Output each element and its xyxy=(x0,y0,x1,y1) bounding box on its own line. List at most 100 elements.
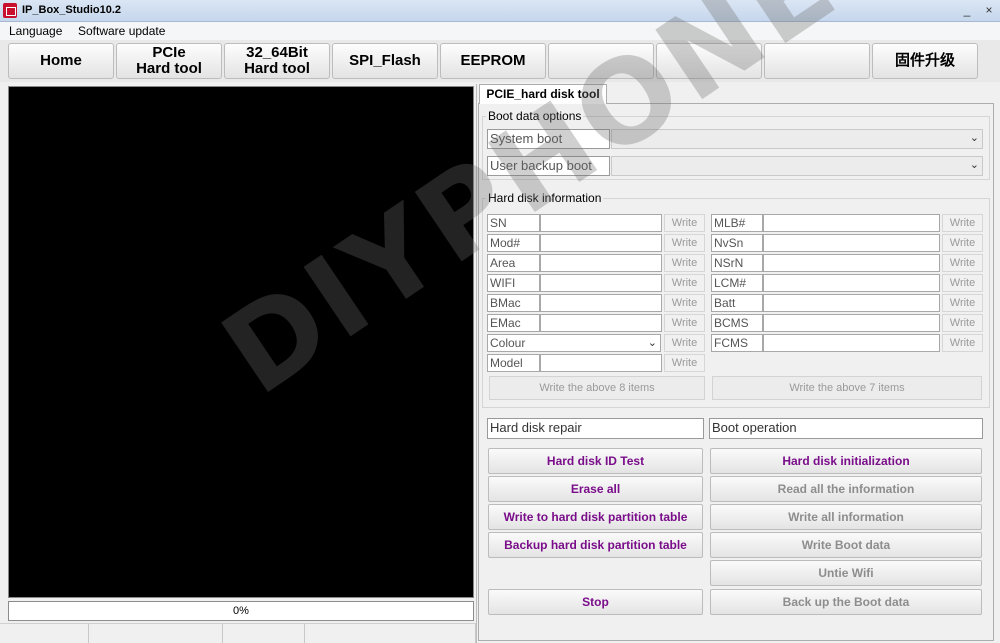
empty-module-button-2[interactable] xyxy=(656,43,762,79)
write-boot-data-button[interactable]: Write Boot data xyxy=(710,532,982,558)
chevron-down-icon: ⌄ xyxy=(969,159,979,171)
hard-disk-info-title: Hard disk information xyxy=(486,191,604,205)
eeprom-label: EEPROM xyxy=(460,52,526,69)
lcm-input[interactable] xyxy=(763,274,940,292)
untie-wifi-button[interactable]: Untie Wifi xyxy=(710,560,982,586)
status-cell xyxy=(0,624,89,643)
spi-flash-button[interactable]: SPI_Flash xyxy=(332,43,438,79)
hard-disk-initialization-button[interactable]: Hard disk initialization xyxy=(710,448,982,474)
bmac-write-button[interactable]: Write xyxy=(664,294,705,312)
user-backup-boot-label: User backup boot xyxy=(487,156,610,176)
bit-hard-tool-button[interactable]: 32_64Bit Hard tool xyxy=(224,43,330,79)
backup-partition-table-button[interactable]: Backup hard disk partition table xyxy=(488,532,703,558)
bmac-label: BMac xyxy=(487,294,540,312)
model-write-button[interactable]: Write xyxy=(664,354,705,372)
home-label: Home xyxy=(40,52,82,69)
mlb-input[interactable] xyxy=(763,214,940,232)
progress-bar: 0% xyxy=(8,601,474,621)
nvsn-write-button[interactable]: Write xyxy=(942,234,983,252)
backup-boot-data-button[interactable]: Back up the Boot data xyxy=(710,589,982,615)
bcms-label: BCMS xyxy=(711,314,763,332)
wifi-input[interactable] xyxy=(540,274,662,292)
model-input[interactable] xyxy=(540,354,662,372)
bmac-input[interactable] xyxy=(540,294,662,312)
console-output[interactable] xyxy=(8,86,474,598)
mod-write-button[interactable]: Write xyxy=(664,234,705,252)
mlb-label: MLB# xyxy=(711,214,763,232)
home-button[interactable]: Home xyxy=(8,43,114,79)
nsrn-label: NSrN xyxy=(711,254,763,272)
write-above-8-button[interactable]: Write the above 8 items xyxy=(489,376,705,400)
write-partition-table-button[interactable]: Write to hard disk partition table xyxy=(488,504,703,530)
area-write-button[interactable]: Write xyxy=(664,254,705,272)
pcie-hard-tool-button[interactable]: PCIe Hard tool xyxy=(116,43,222,79)
menu-language[interactable]: Language xyxy=(9,24,62,38)
write-all-info-button[interactable]: Write all information xyxy=(710,504,982,530)
status-cell xyxy=(305,624,476,643)
chevron-down-icon: ⌄ xyxy=(647,337,657,349)
emac-input[interactable] xyxy=(540,314,662,332)
sn-input[interactable] xyxy=(540,214,662,232)
window-title: IP_Box_Studio10.2 xyxy=(22,4,122,16)
mod-label: Mod# xyxy=(487,234,540,252)
nvsn-label: NvSn xyxy=(711,234,763,252)
mod-input[interactable] xyxy=(540,234,662,252)
sn-write-button[interactable]: Write xyxy=(664,214,705,232)
batt-input[interactable] xyxy=(763,294,940,312)
sn-label: SN xyxy=(487,214,540,232)
bcms-write-button[interactable]: Write xyxy=(942,314,983,332)
stop-button[interactable]: Stop xyxy=(488,589,703,615)
system-boot-label: System boot xyxy=(487,129,610,149)
firmware-upgrade-button[interactable]: 固件升级 xyxy=(872,43,978,79)
boot-options-title: Boot data options xyxy=(486,109,584,123)
batt-write-button[interactable]: Write xyxy=(942,294,983,312)
tab-pcie-hard-disk-tool[interactable]: PCIE_hard disk tool xyxy=(479,84,607,104)
hard-disk-id-test-button[interactable]: Hard disk ID Test xyxy=(488,448,703,474)
mlb-write-button[interactable]: Write xyxy=(942,214,983,232)
erase-all-button[interactable]: Erase all xyxy=(488,476,703,502)
minimize-button[interactable]: _ xyxy=(960,2,974,18)
progress-text: 0% xyxy=(233,605,249,617)
status-cell xyxy=(89,624,223,643)
wifi-write-button[interactable]: Write xyxy=(664,274,705,292)
chevron-down-icon: ⌄ xyxy=(969,132,979,144)
status-bar xyxy=(0,623,476,643)
eeprom-button[interactable]: EEPROM xyxy=(440,43,546,79)
firmware-label: 固件升级 xyxy=(894,52,955,69)
fcms-input[interactable] xyxy=(763,334,940,352)
bcms-input[interactable] xyxy=(763,314,940,332)
app-logo-icon xyxy=(3,3,17,18)
pcie-label-line2: Hard tool xyxy=(136,60,202,77)
empty-module-button-3[interactable] xyxy=(764,43,870,79)
colour-label: Colour xyxy=(490,336,526,350)
boot-operation-title: Boot operation xyxy=(709,418,983,439)
lcm-label: LCM# xyxy=(711,274,763,292)
module-toolbar: Home PCIe Hard tool 32_64Bit Hard tool S… xyxy=(0,40,1000,82)
close-button[interactable]: × xyxy=(982,2,996,18)
bit-label-line2: Hard tool xyxy=(244,60,310,77)
emac-write-button[interactable]: Write xyxy=(664,314,705,332)
nsrn-input[interactable] xyxy=(763,254,940,272)
bit-label-line1: 32_64Bit xyxy=(246,44,308,61)
empty-module-button-1[interactable] xyxy=(548,43,654,79)
menu-software-update[interactable]: Software update xyxy=(78,24,165,38)
fcms-write-button[interactable]: Write xyxy=(942,334,983,352)
menu-bar: Language Software update xyxy=(0,22,1000,40)
write-above-7-button[interactable]: Write the above 7 items xyxy=(712,376,982,400)
read-all-info-button[interactable]: Read all the information xyxy=(710,476,982,502)
batt-label: Batt xyxy=(711,294,763,312)
wifi-label: WIFI xyxy=(487,274,540,292)
system-boot-select[interactable]: ⌄ xyxy=(611,129,983,149)
area-input[interactable] xyxy=(540,254,662,272)
nsrn-write-button[interactable]: Write xyxy=(942,254,983,272)
nvsn-input[interactable] xyxy=(763,234,940,252)
area-label: Area xyxy=(487,254,540,272)
user-backup-boot-select[interactable]: ⌄ xyxy=(611,156,983,176)
colour-write-button[interactable]: Write xyxy=(664,334,705,352)
spi-label: SPI_Flash xyxy=(349,52,421,69)
pcie-label-line1: PCIe xyxy=(152,44,186,61)
fcms-label: FCMS xyxy=(711,334,763,352)
colour-select[interactable]: Colour ⌄ xyxy=(487,334,661,352)
lcm-write-button[interactable]: Write xyxy=(942,274,983,292)
panel-divider xyxy=(476,84,477,643)
